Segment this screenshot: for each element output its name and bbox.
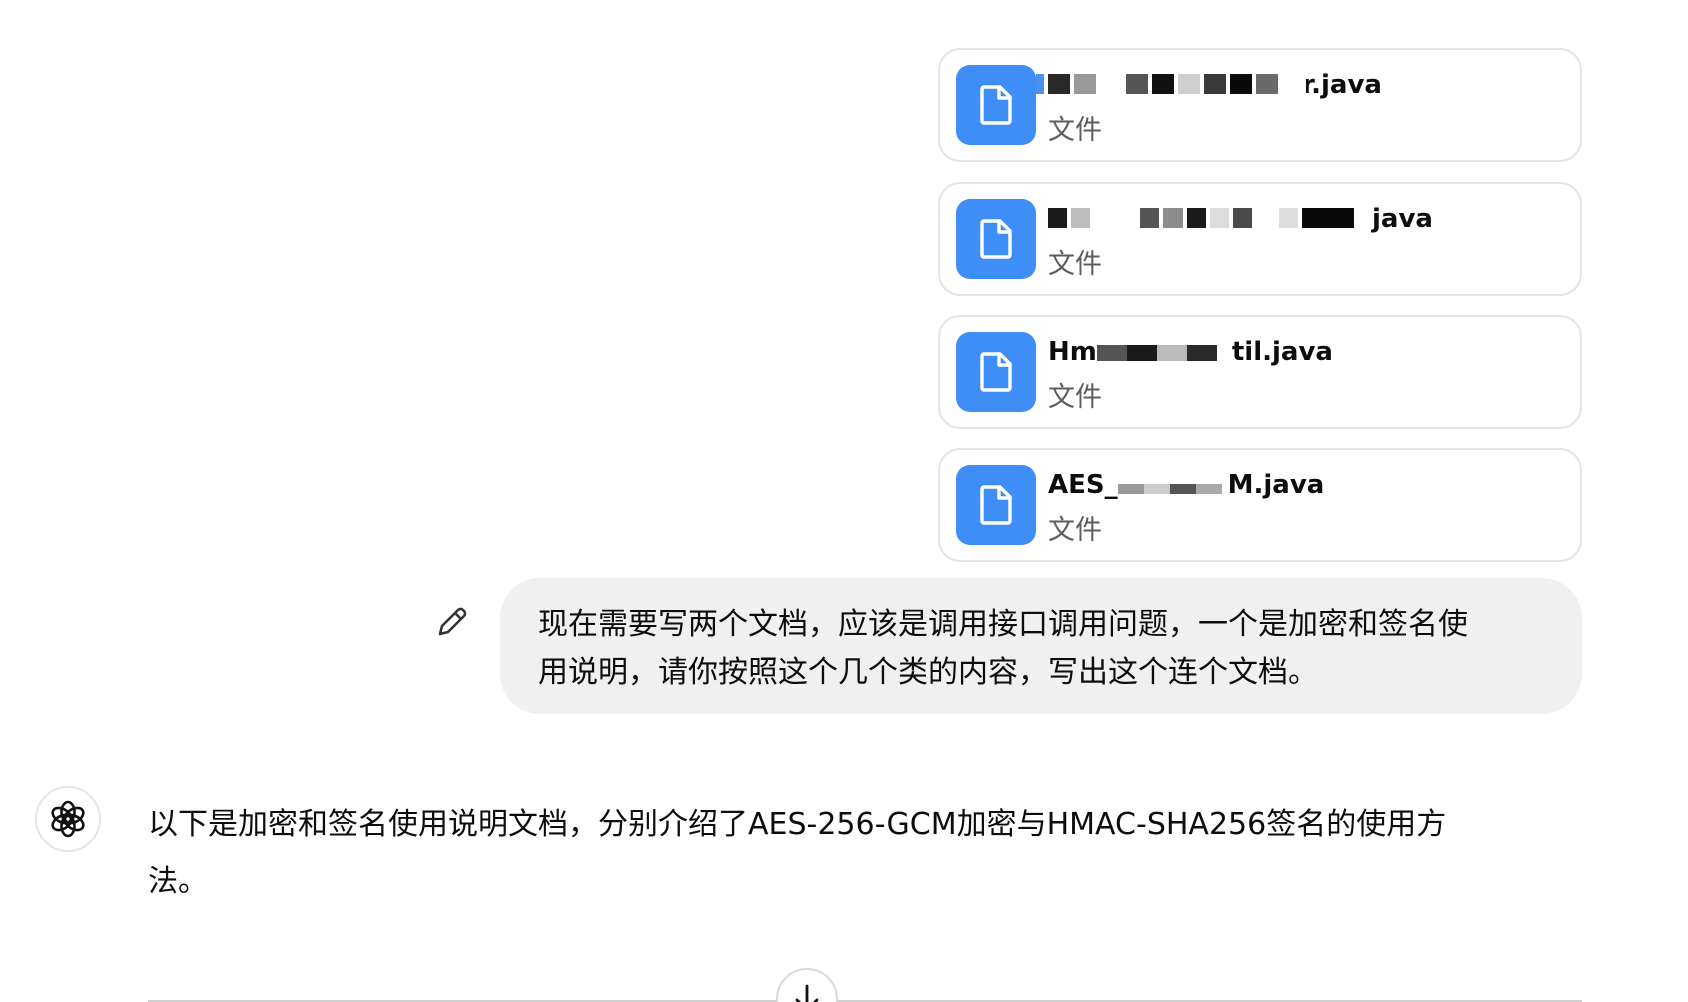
file-icon — [956, 465, 1036, 545]
attachment-type: 文件 — [1048, 115, 1102, 146]
attachment-name-end: M.java — [1227, 470, 1325, 500]
user-message-line: 现在需要写两个文档，应该是调用接口调用问题，一个是加密和签名使 — [538, 607, 1468, 642]
redacted-filename — [1048, 200, 1358, 236]
attachment-card[interactable]: java 文件 — [938, 182, 1582, 296]
chat-page: r.java 文件 java 文件 Hm til.java 文件 AES_ M.… — [0, 0, 1688, 1002]
scroll-down-button[interactable] — [776, 968, 838, 1002]
attachment-type: 文件 — [1048, 515, 1102, 546]
attachment-card[interactable]: Hm til.java 文件 — [938, 315, 1582, 429]
attachment-card[interactable]: AES_ M.java 文件 — [938, 448, 1582, 562]
attachment-name-start: Hm — [1048, 337, 1097, 367]
attachment-name: AES_ M.java — [1048, 470, 1324, 501]
file-icon — [956, 65, 1036, 145]
assistant-message: 以下是加密和签名使用说明文档，分别介绍了AES-256-GCM加密与HMAC-S… — [148, 796, 1568, 910]
attachment-name: java — [1372, 204, 1433, 234]
attachment-type: 文件 — [1048, 249, 1102, 280]
redacted-filename — [1096, 338, 1232, 368]
assistant-message-line: 以下是加密和签名使用说明文档，分别介绍了AES-256-GCM加密与HMAC-S… — [148, 807, 1447, 842]
user-message-line: 用说明，请你按照这个几个类的内容，写出这个连个文档。 — [538, 655, 1318, 690]
openai-logo-icon — [35, 786, 101, 852]
attachment-name: Hm til.java — [1048, 337, 1333, 368]
attachment-name: r.java — [1302, 70, 1382, 100]
arrow-down-icon — [795, 984, 819, 1002]
file-icon — [956, 199, 1036, 279]
user-message-bubble: 现在需要写两个文档，应该是调用接口调用问题，一个是加密和签名使 用说明，请你按照… — [500, 578, 1582, 714]
attachment-type: 文件 — [1048, 382, 1102, 413]
pencil-icon[interactable] — [434, 604, 470, 640]
redacted-filename — [1117, 471, 1228, 501]
attachment-name-end: til.java — [1231, 337, 1333, 367]
attachment-name-start: AES_ — [1048, 470, 1118, 500]
attachment-card[interactable]: r.java 文件 — [938, 48, 1582, 162]
redacted-filename — [1036, 66, 1306, 102]
assistant-message-line: 法。 — [148, 864, 208, 899]
file-icon — [956, 332, 1036, 412]
